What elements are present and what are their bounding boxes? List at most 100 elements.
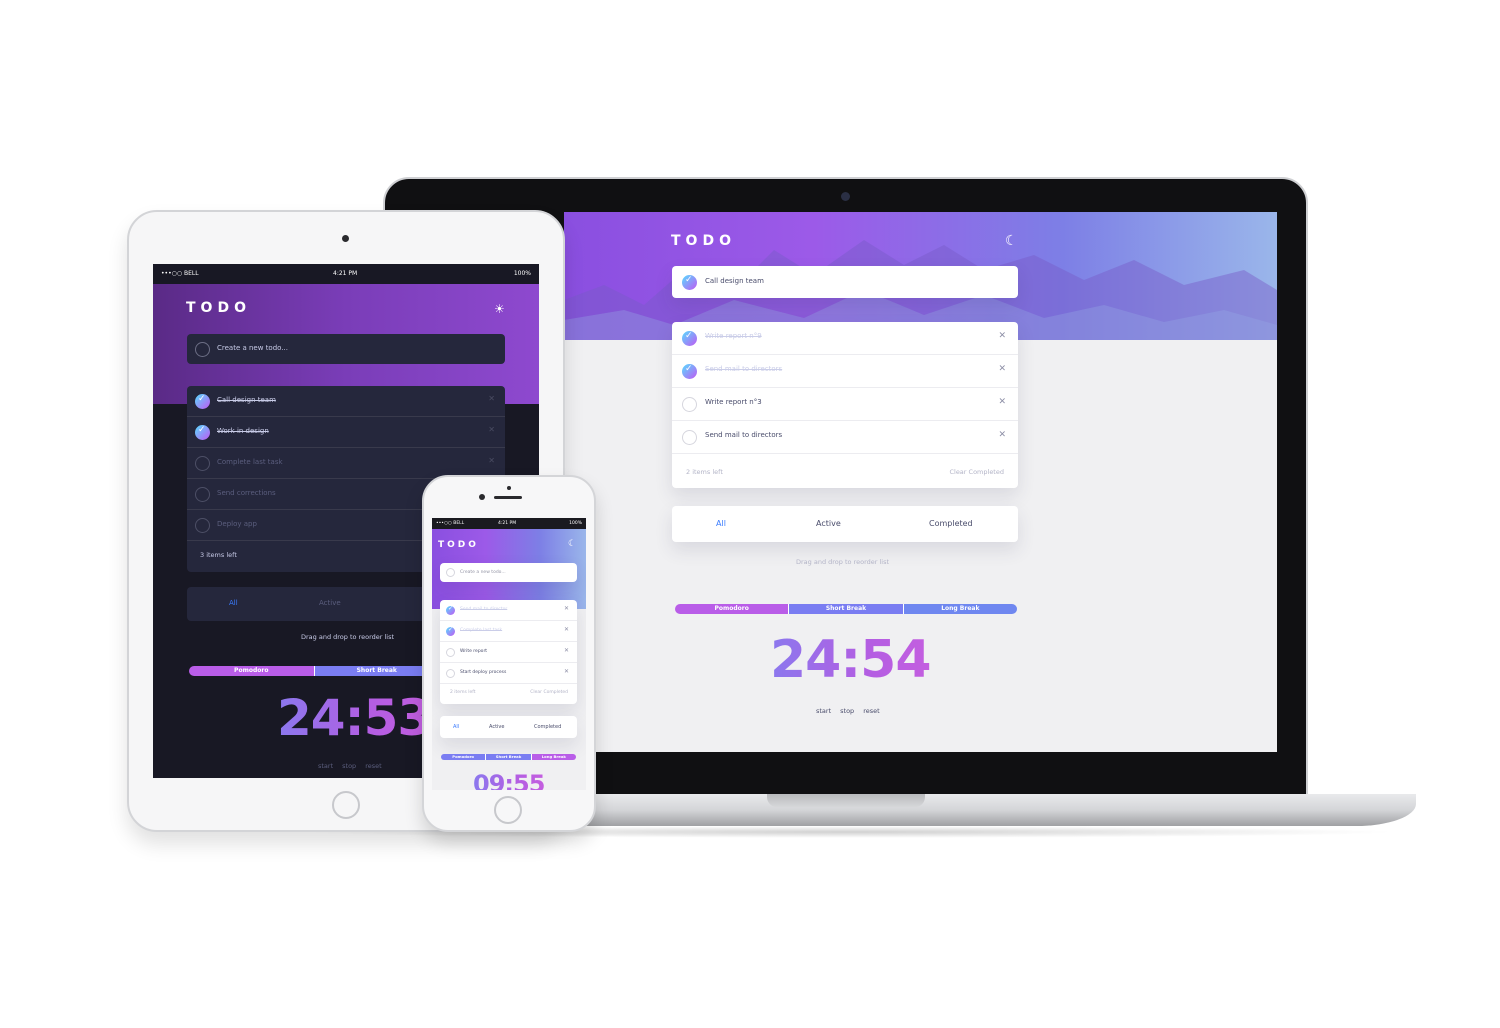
todo-item[interactable]: Complete last task ✕ xyxy=(440,621,577,642)
todo-text: Write report n°3 xyxy=(705,398,762,406)
todo-item[interactable]: Send mail to directors ✕ xyxy=(672,355,1018,388)
laptop-notch xyxy=(767,794,925,807)
check-icon[interactable] xyxy=(446,626,455,636)
close-icon[interactable]: ✕ xyxy=(488,394,495,403)
todo-item[interactable]: Write report n°9 ✕ xyxy=(672,322,1018,355)
moon-icon[interactable]: ☾ xyxy=(1005,233,1018,249)
reset-button[interactable]: reset xyxy=(863,707,879,715)
timer-controls: start stop reset xyxy=(816,707,880,715)
filter-bar: All Active Completed xyxy=(672,506,1018,542)
check-icon[interactable] xyxy=(195,425,210,440)
battery-label: 100% xyxy=(569,521,582,526)
filter-all-tab[interactable]: All xyxy=(229,599,238,607)
todo-item[interactable]: Work in design ✕ xyxy=(187,417,505,448)
checkbox-circle[interactable] xyxy=(446,669,455,678)
drag-hint: Drag and drop to reorder list xyxy=(301,633,395,641)
drag-hint: Drag and drop to reorder list xyxy=(796,558,890,566)
close-icon[interactable]: ✕ xyxy=(998,364,1006,374)
check-icon[interactable] xyxy=(446,605,455,615)
todo-item[interactable]: Send mail to director ✕ xyxy=(440,600,577,621)
check-icon[interactable] xyxy=(195,394,210,409)
close-icon[interactable]: ✕ xyxy=(998,430,1006,440)
sun-icon[interactable]: ☀ xyxy=(494,302,505,316)
clock-label: 4:21 PM xyxy=(333,270,358,277)
close-icon[interactable]: ✕ xyxy=(488,425,495,434)
todo-item[interactable]: Start deploy process ✕ xyxy=(440,663,577,684)
status-bar: •••○○ BELL 4:21 PM 100% xyxy=(432,518,586,529)
tablet-camera xyxy=(342,235,349,242)
phone-sensor xyxy=(507,486,511,490)
checkbox-circle[interactable] xyxy=(195,518,210,533)
long-break-tab[interactable]: Long Break xyxy=(531,754,576,760)
filter-completed-tab[interactable]: Completed xyxy=(534,724,561,730)
checkbox-circle[interactable] xyxy=(682,397,697,412)
todo-text: Write report n°9 xyxy=(705,332,762,340)
timer-mode-bar: Pomodoro Short Break xyxy=(189,666,439,676)
todo-text: Send mail to director xyxy=(460,607,508,612)
todo-item[interactable]: Call design team ✕ xyxy=(187,386,505,417)
checkbox-circle[interactable] xyxy=(682,430,697,445)
close-icon[interactable]: ✕ xyxy=(488,456,495,465)
clock-label: 4:21 PM xyxy=(498,521,517,526)
todo-text: Work in design xyxy=(217,427,269,435)
filter-all-tab[interactable]: All xyxy=(453,724,459,730)
filter-bar: All Active Completed xyxy=(440,716,577,738)
items-left-count: 2 items left xyxy=(450,690,476,695)
close-icon[interactable]: ✕ xyxy=(564,605,569,612)
checkbox-circle[interactable] xyxy=(195,487,210,502)
pomodoro-tab[interactable]: Pomodoro xyxy=(441,754,487,760)
close-icon[interactable]: ✕ xyxy=(998,331,1006,341)
clear-completed-button[interactable]: Clear Completed xyxy=(530,690,568,695)
battery-label: 100% xyxy=(513,270,531,277)
checkbox-circle[interactable] xyxy=(195,342,210,357)
long-break-tab[interactable]: Long Break xyxy=(903,604,1017,614)
new-todo-input[interactable]: ✓ Call design team xyxy=(672,266,1018,298)
short-break-tab[interactable]: Short Break xyxy=(486,754,532,760)
timer-mode-bar: Pomodoro Short Break Long Break xyxy=(441,754,576,760)
todo-text: Complete last task xyxy=(460,628,503,633)
short-break-tab[interactable]: Short Break xyxy=(789,604,904,614)
checkbox-circle[interactable] xyxy=(195,456,210,471)
todo-text: Write report xyxy=(460,649,488,654)
todo-item[interactable]: Write report n°3 ✕ xyxy=(672,388,1018,421)
timer-display: 24:53 xyxy=(277,689,432,747)
pomodoro-tab[interactable]: Pomodoro xyxy=(675,604,790,614)
carrier-label: •••○○ BELL xyxy=(436,521,465,526)
laptop-camera xyxy=(841,192,850,201)
new-todo-input[interactable]: Create a new todo... xyxy=(440,563,577,582)
app-title: TODO xyxy=(671,233,736,249)
moon-icon[interactable]: ☾ xyxy=(568,539,576,549)
phone-camera xyxy=(479,494,485,500)
reset-button[interactable]: reset xyxy=(365,762,381,770)
check-icon[interactable] xyxy=(682,364,697,379)
stop-button[interactable]: stop xyxy=(840,707,854,715)
close-icon[interactable]: ✕ xyxy=(998,397,1006,407)
close-icon[interactable]: ✕ xyxy=(564,626,569,633)
app-title: TODO xyxy=(438,540,479,550)
stop-button[interactable]: stop xyxy=(342,762,356,770)
check-icon[interactable] xyxy=(682,331,697,346)
todo-item[interactable]: Write report ✕ xyxy=(440,642,577,663)
timer-mode-bar: Pomodoro Short Break Long Break xyxy=(675,604,1017,614)
check-icon[interactable]: ✓ xyxy=(682,275,697,290)
filter-completed-tab[interactable]: Completed xyxy=(929,519,973,528)
filter-all-tab[interactable]: All xyxy=(716,519,726,528)
close-icon[interactable]: ✕ xyxy=(564,668,569,675)
status-bar: •••○○ BELL 4:21 PM 100% xyxy=(153,264,539,284)
checkbox-circle[interactable] xyxy=(446,648,455,657)
checkbox-circle[interactable] xyxy=(446,568,455,577)
filter-active-tab[interactable]: Active xyxy=(816,519,841,528)
filter-active-tab[interactable]: Active xyxy=(319,599,341,607)
todo-text: Send mail to directors xyxy=(705,431,783,439)
start-button[interactable]: start xyxy=(816,707,831,715)
close-icon[interactable]: ✕ xyxy=(564,647,569,654)
start-button[interactable]: start xyxy=(318,762,333,770)
short-break-tab[interactable]: Short Break xyxy=(314,666,439,676)
new-todo-input[interactable]: Create a new todo... xyxy=(187,334,505,364)
todo-text: Send corrections xyxy=(217,489,276,497)
filter-active-tab[interactable]: Active xyxy=(489,724,504,730)
todo-text: Send mail to directors xyxy=(705,365,783,373)
pomodoro-tab[interactable]: Pomodoro xyxy=(189,666,315,676)
todo-item[interactable]: Send mail to directors ✕ xyxy=(672,421,1018,454)
clear-completed-button[interactable]: Clear Completed xyxy=(949,468,1004,476)
